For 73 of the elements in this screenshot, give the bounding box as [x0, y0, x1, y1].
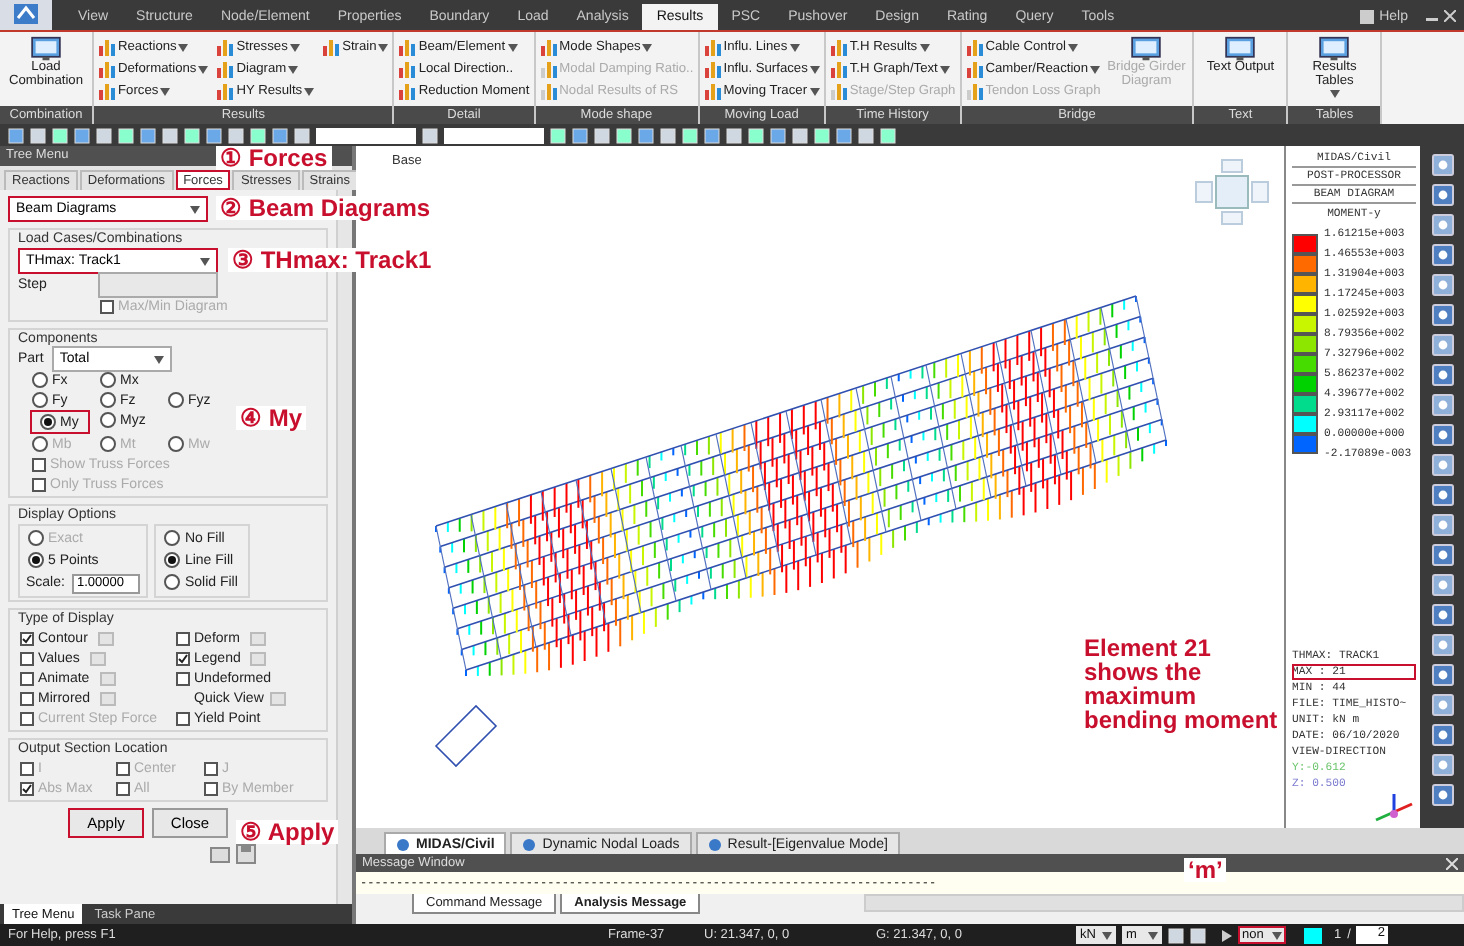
caret-icon — [378, 43, 389, 51]
view-tool-icon[interactable] — [1431, 544, 1453, 566]
bar-chart-icon — [322, 38, 341, 56]
checkmark-icon — [178, 653, 188, 663]
caret-icon — [1272, 931, 1282, 939]
caret-icon — [939, 65, 950, 73]
view-tool-icon[interactable] — [1431, 724, 1453, 746]
caret-icon — [1148, 931, 1158, 939]
caret-icon — [919, 43, 930, 51]
app-icon — [396, 837, 410, 851]
view-tool-icon[interactable] — [1431, 184, 1453, 206]
caret-icon — [304, 87, 315, 95]
checkmark-icon — [22, 633, 32, 643]
view-tool-icon[interactable] — [1431, 484, 1453, 506]
view-tool-icon[interactable] — [1431, 604, 1453, 626]
color-swatch-icon[interactable] — [1304, 927, 1322, 943]
view-tool-icon[interactable] — [1431, 244, 1453, 266]
caret-icon — [1329, 89, 1340, 98]
caret-icon — [809, 65, 820, 73]
monitor-icon — [1130, 36, 1163, 62]
caret-icon — [809, 87, 820, 95]
annotation-text: ④ My — [236, 406, 307, 430]
toolbar-icon[interactable] — [422, 127, 438, 143]
checkmark-icon — [22, 783, 32, 793]
save-icon[interactable] — [236, 844, 256, 864]
view-tool-icon[interactable] — [1431, 574, 1453, 596]
view-tool-icon[interactable] — [1431, 364, 1453, 386]
view-tool-icon[interactable] — [1431, 154, 1453, 176]
caret-icon — [200, 257, 210, 265]
view-tool-icon[interactable] — [1431, 454, 1453, 476]
view-tool-icon[interactable] — [1431, 304, 1453, 326]
caret-icon — [198, 65, 209, 73]
caret-icon — [1090, 65, 1100, 73]
annotation-text: ① Forces — [216, 146, 332, 170]
caret-icon — [178, 43, 189, 51]
scrollbar[interactable] — [864, 894, 1464, 912]
app-icon — [707, 837, 722, 851]
close-icon[interactable] — [1446, 857, 1458, 869]
view-tool-icon[interactable] — [1431, 394, 1453, 416]
monitor-icon — [30, 36, 62, 62]
caret-icon — [160, 87, 171, 95]
axis-triad-icon — [1372, 792, 1416, 824]
view-tool-icon[interactable] — [1431, 424, 1453, 446]
caret-icon — [153, 355, 164, 363]
annotation-text: ⑤ Apply — [236, 820, 339, 844]
view-tool-icon[interactable] — [1431, 634, 1453, 656]
close-icon[interactable] — [1444, 10, 1456, 22]
app-icon — [522, 837, 537, 851]
folder-icon[interactable] — [210, 844, 230, 864]
toolbar-field[interactable] — [444, 127, 544, 143]
annotation-text: Element 21 shows the maximum bending moment — [1080, 636, 1282, 732]
caret-icon — [190, 205, 200, 213]
view-tool-icon[interactable] — [1431, 514, 1453, 536]
caret-icon — [642, 43, 653, 51]
caret-icon — [1068, 43, 1079, 51]
monitor-icon — [1224, 36, 1257, 62]
caret-icon — [288, 65, 299, 73]
view-tool-icon[interactable] — [1431, 664, 1453, 686]
view-tool-icon[interactable] — [1431, 334, 1453, 356]
view-tool-icon[interactable] — [1431, 274, 1453, 296]
annotation-text: ③ THmax: Track1 — [228, 248, 436, 272]
view-tool-icon[interactable] — [1431, 754, 1453, 776]
caret-icon — [789, 43, 800, 51]
view-tool-icon[interactable] — [1431, 784, 1453, 806]
caret-icon — [1102, 931, 1112, 939]
monitor-icon — [1318, 36, 1351, 62]
caret-icon — [507, 43, 518, 51]
view-tool-icon[interactable] — [1431, 214, 1453, 236]
view-tool-icon[interactable] — [1431, 694, 1453, 716]
annotation-text: ② Beam Diagrams — [216, 196, 435, 220]
app-logo[interactable] — [0, 0, 52, 30]
toolbar-field[interactable] — [316, 127, 416, 143]
caret-icon — [289, 43, 300, 51]
